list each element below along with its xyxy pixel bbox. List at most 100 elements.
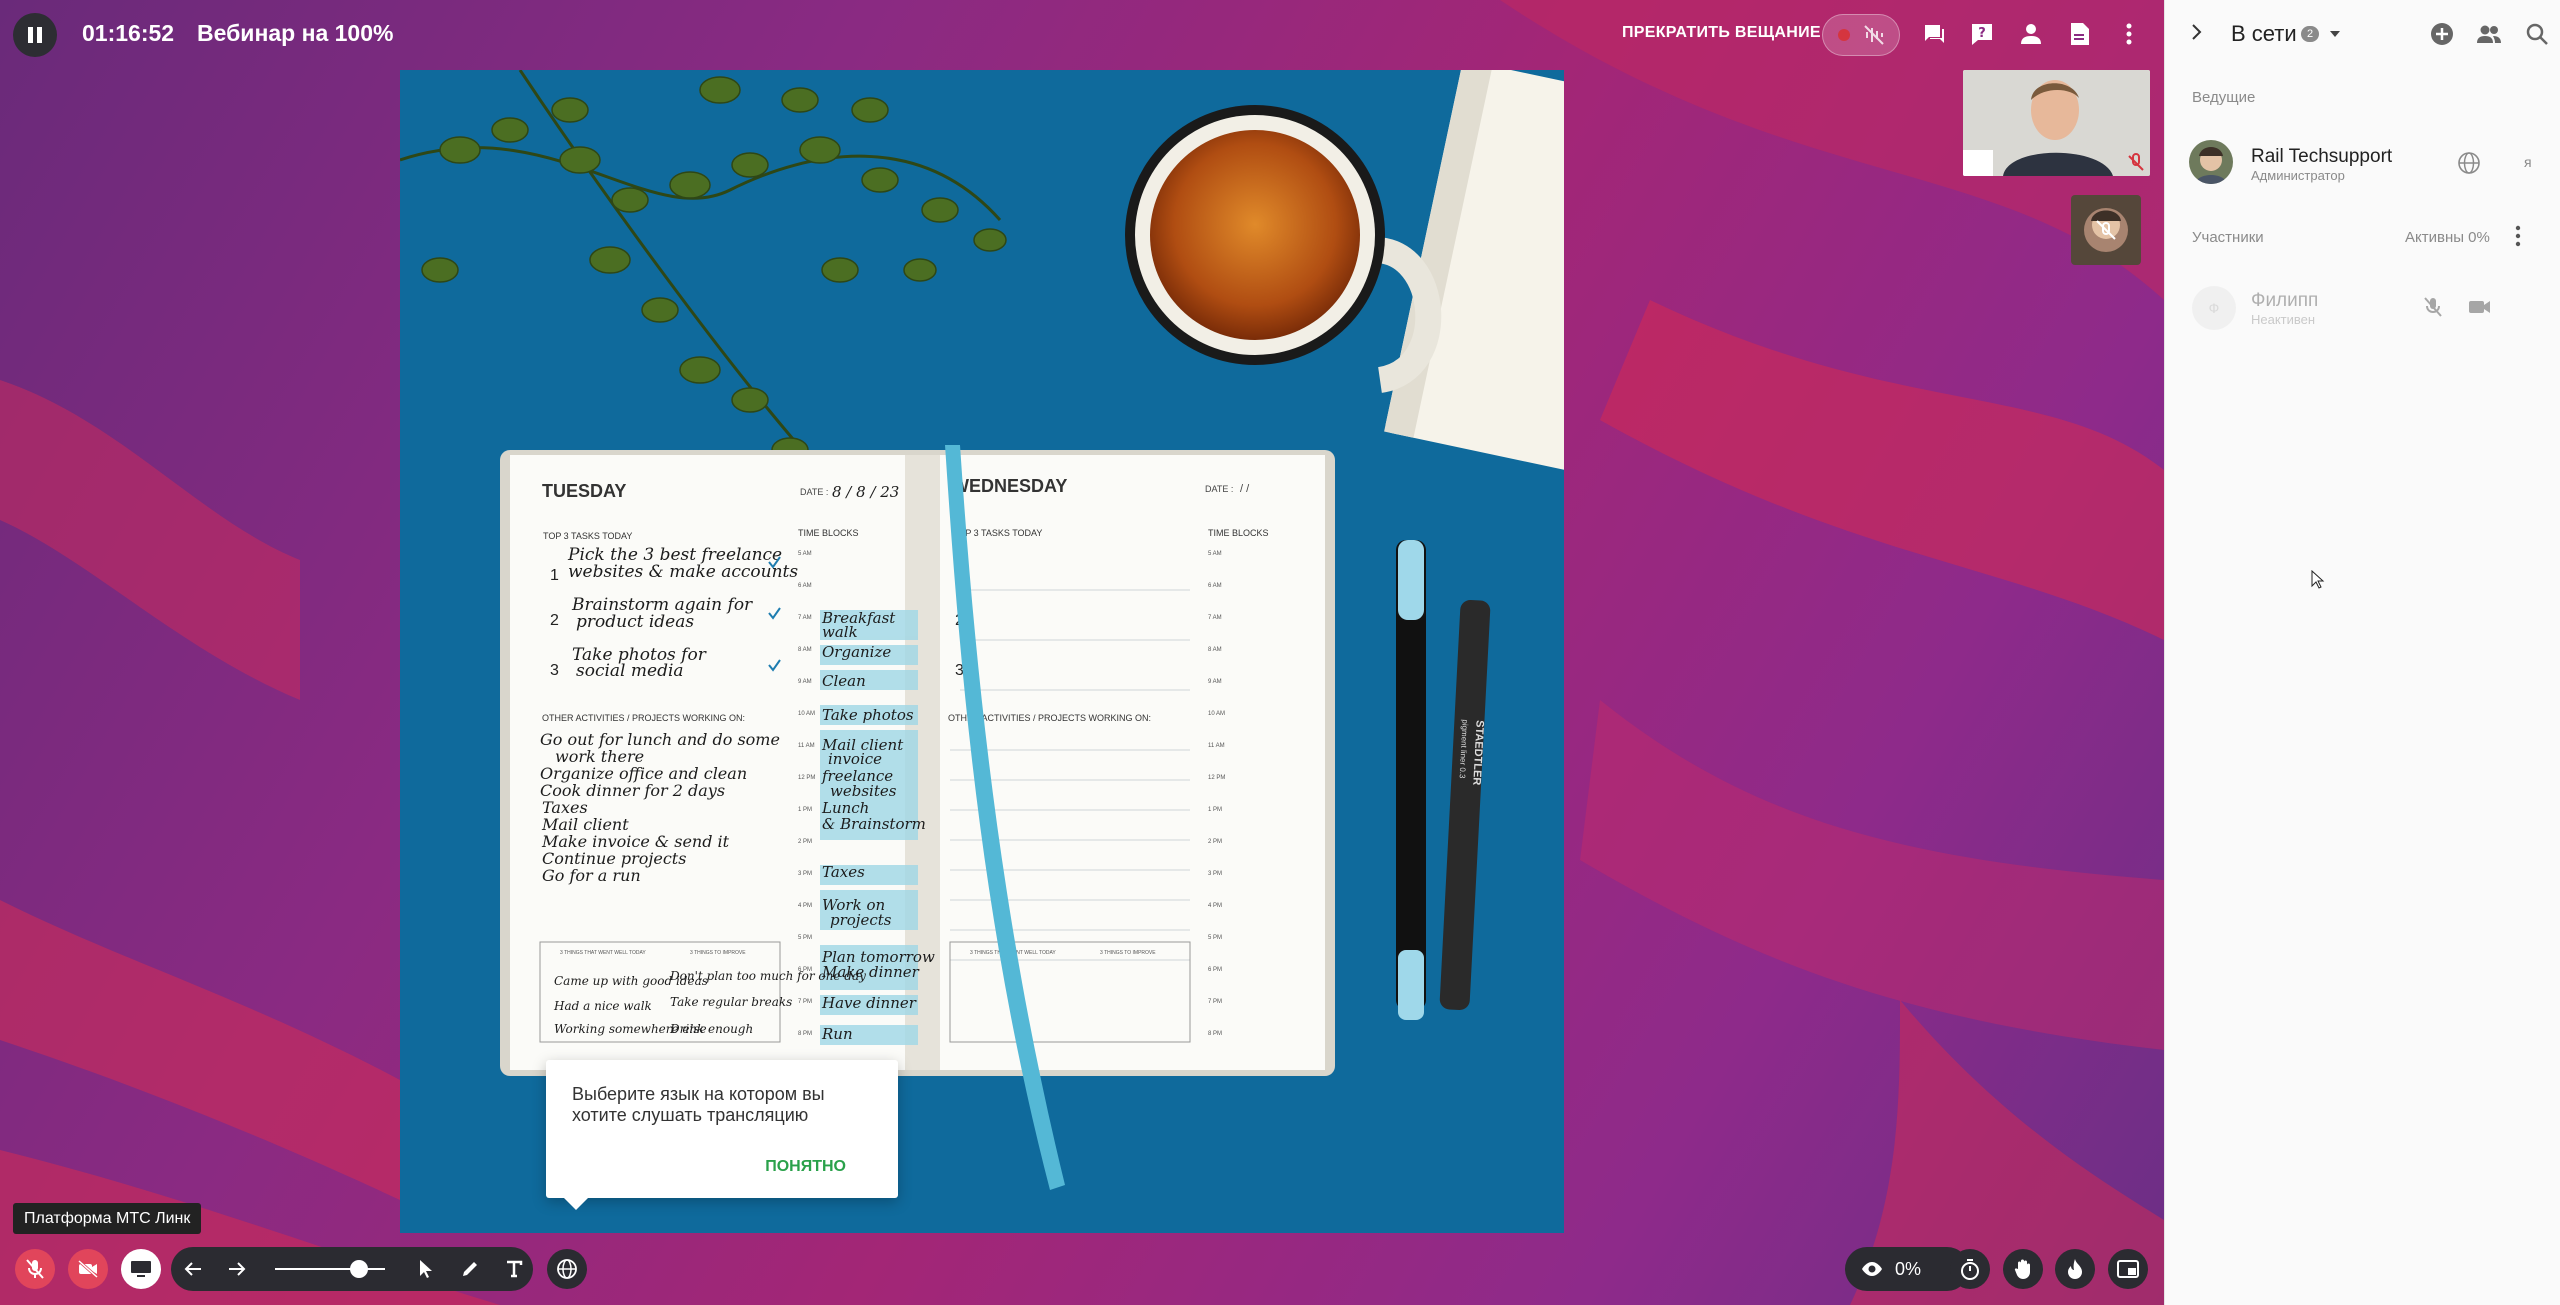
cursor-icon (420, 1260, 432, 1278)
raise-hand-button[interactable] (2003, 1249, 2043, 1289)
svg-text:Had a nice walk: Had a nice walk (553, 999, 652, 1013)
flame-icon (2068, 1259, 2082, 1279)
next-slide-button[interactable] (217, 1249, 257, 1289)
presentation-slide: TUESDAY DATE : 8 / 8 / 23 WEDNESDAY DATE… (400, 70, 1564, 1233)
picture-in-picture-button[interactable] (2108, 1249, 2148, 1289)
online-label[interactable]: В сети (2231, 21, 2297, 47)
document-icon[interactable] (2064, 18, 2096, 50)
host-row[interactable]: Rail Techsupport Администратор я (2165, 134, 2560, 194)
svg-text:5 PM: 5 PM (1208, 935, 1222, 941)
svg-text:5 AM: 5 AM (1208, 551, 1222, 557)
svg-text:8 PM: 8 PM (798, 1031, 812, 1037)
participants-sidebar: В сети 2 Ведущие Rail Techsupport Админи… (2164, 0, 2560, 1305)
hosts-heading: Ведущие (2192, 89, 2256, 106)
screen-share-button[interactable] (121, 1249, 161, 1289)
svg-text:9 AM: 9 AM (1208, 679, 1222, 685)
chevron-right-icon[interactable] (2190, 22, 2204, 42)
hand-icon (2014, 1259, 2030, 1279)
active-percent: Активны 0% (2405, 229, 2490, 246)
svg-text:Taxes: Taxes (822, 863, 865, 881)
stopwatch-icon (1961, 1259, 1979, 1280)
globe-icon[interactable] (2457, 151, 2481, 175)
improve-heading-left: 3 THINGS TO IMPROVE (690, 950, 746, 956)
svg-text:11 AM: 11 AM (798, 743, 815, 749)
camera-off-button[interactable] (68, 1249, 108, 1289)
search-icon[interactable] (2523, 20, 2551, 48)
svg-text:12 PM: 12 PM (1208, 775, 1225, 781)
more-vertical-icon[interactable] (2515, 225, 2521, 247)
camera-icon[interactable] (2468, 298, 2492, 316)
svg-text:8 AM: 8 AM (798, 647, 812, 653)
webinar-title: Вебинар на 100% (197, 20, 394, 46)
svg-text:1: 1 (550, 567, 559, 584)
pen-tool-button[interactable] (450, 1249, 490, 1289)
text-icon (507, 1260, 523, 1278)
mic-off-icon[interactable] (2423, 296, 2443, 318)
zoom-slider[interactable] (275, 1268, 385, 1270)
language-button[interactable] (547, 1249, 587, 1289)
svg-text:1 PM: 1 PM (1208, 807, 1222, 813)
svg-text:12 PM: 12 PM (798, 775, 815, 781)
time-blocks-heading-right: TIME BLOCKS (1208, 528, 1269, 538)
svg-text:Run: Run (821, 1025, 853, 1043)
svg-text:6 AM: 6 AM (1208, 583, 1222, 589)
tasks-heading-left: TOP 3 TASKS TODAY (543, 531, 632, 541)
svg-text:11 AM: 11 AM (1208, 743, 1225, 749)
improve-heading-right: 3 THINGS TO IMPROVE (1100, 950, 1156, 956)
person-icon[interactable] (2015, 18, 2047, 50)
svg-text:3 PM: 3 PM (1208, 871, 1222, 877)
svg-text:2 PM: 2 PM (798, 839, 812, 845)
time-blocks-heading-left: TIME BLOCKS (798, 528, 859, 538)
mic-off-button[interactable] (15, 1249, 55, 1289)
planner-date-left: 8 / 8 / 23 (832, 483, 899, 501)
svg-text:social media: social media (576, 661, 684, 681)
prev-slide-button[interactable] (173, 1249, 213, 1289)
more-vertical-icon[interactable] (2113, 18, 2145, 50)
self-indicator: я (2524, 154, 2532, 170)
pip-icon (2117, 1260, 2139, 1278)
got-it-button[interactable]: ПОНЯТНО (765, 1158, 846, 1176)
svg-text:10 AM: 10 AM (798, 711, 815, 717)
participant-row[interactable]: Ф Филипп Неактивен (2165, 286, 2560, 330)
caret-down-icon[interactable] (2329, 30, 2341, 38)
speaker-video[interactable] (1963, 70, 2150, 176)
zoom-slider-thumb[interactable] (350, 1260, 368, 1278)
svg-text:?: ? (1978, 26, 1986, 41)
svg-text:7 PM: 7 PM (1208, 999, 1222, 1005)
participant-status: Неактивен (2251, 312, 2316, 327)
viewer-percent: 0% (1895, 1258, 1922, 1279)
text-tool-button[interactable] (494, 1249, 534, 1289)
svg-text:7 AM: 7 AM (1208, 615, 1222, 621)
host-name: Rail Techsupport (2251, 146, 2393, 167)
timer-button[interactable] (1950, 1249, 1990, 1289)
svg-text:6 PM: 6 PM (1208, 967, 1222, 973)
chat-icon[interactable] (1918, 18, 1950, 50)
reactions-button[interactable] (2055, 1249, 2095, 1289)
svg-text:websites: websites (830, 782, 897, 800)
people-icon[interactable] (2475, 20, 2503, 48)
planner-date-label-right: DATE : (1205, 484, 1233, 494)
host-avatar-video[interactable] (2071, 195, 2141, 265)
question-icon[interactable]: ? (1966, 18, 1998, 50)
svg-text:Clean: Clean (822, 672, 866, 690)
svg-text:7 PM: 7 PM (798, 999, 812, 1005)
stop-broadcast-button[interactable]: ПРЕКРАТИТЬ ВЕЩАНИЕ (1622, 24, 1821, 42)
globe-icon (557, 1259, 577, 1279)
avatar (2189, 140, 2233, 184)
pointer-tool-button[interactable] (406, 1249, 446, 1289)
svg-text:8 PM: 8 PM (1208, 1031, 1222, 1037)
pause-button[interactable] (13, 13, 57, 57)
online-count-badge: 2 (2301, 26, 2319, 42)
add-circle-icon[interactable] (2428, 20, 2456, 48)
planner-day-left: TUESDAY (542, 481, 626, 501)
svg-text:8 AM: 8 AM (1208, 647, 1222, 653)
svg-text:Drink enough: Drink enough (669, 1022, 753, 1036)
svg-text:Take photos: Take photos (822, 706, 914, 724)
webinar-stage: 01:16:52 Вебинар на 100% ПРЕКРАТИТЬ ВЕЩА… (0, 0, 2164, 1305)
svg-text:invoice: invoice (828, 750, 882, 768)
other-heading-left: OTHER ACTIVITIES / PROJECTS WORKING ON: (542, 713, 745, 723)
recording-toggle[interactable] (1822, 14, 1900, 56)
mic-off-icon (26, 1259, 44, 1279)
monitor-icon (131, 1261, 151, 1277)
participant-name: Филипп (2251, 290, 2319, 311)
